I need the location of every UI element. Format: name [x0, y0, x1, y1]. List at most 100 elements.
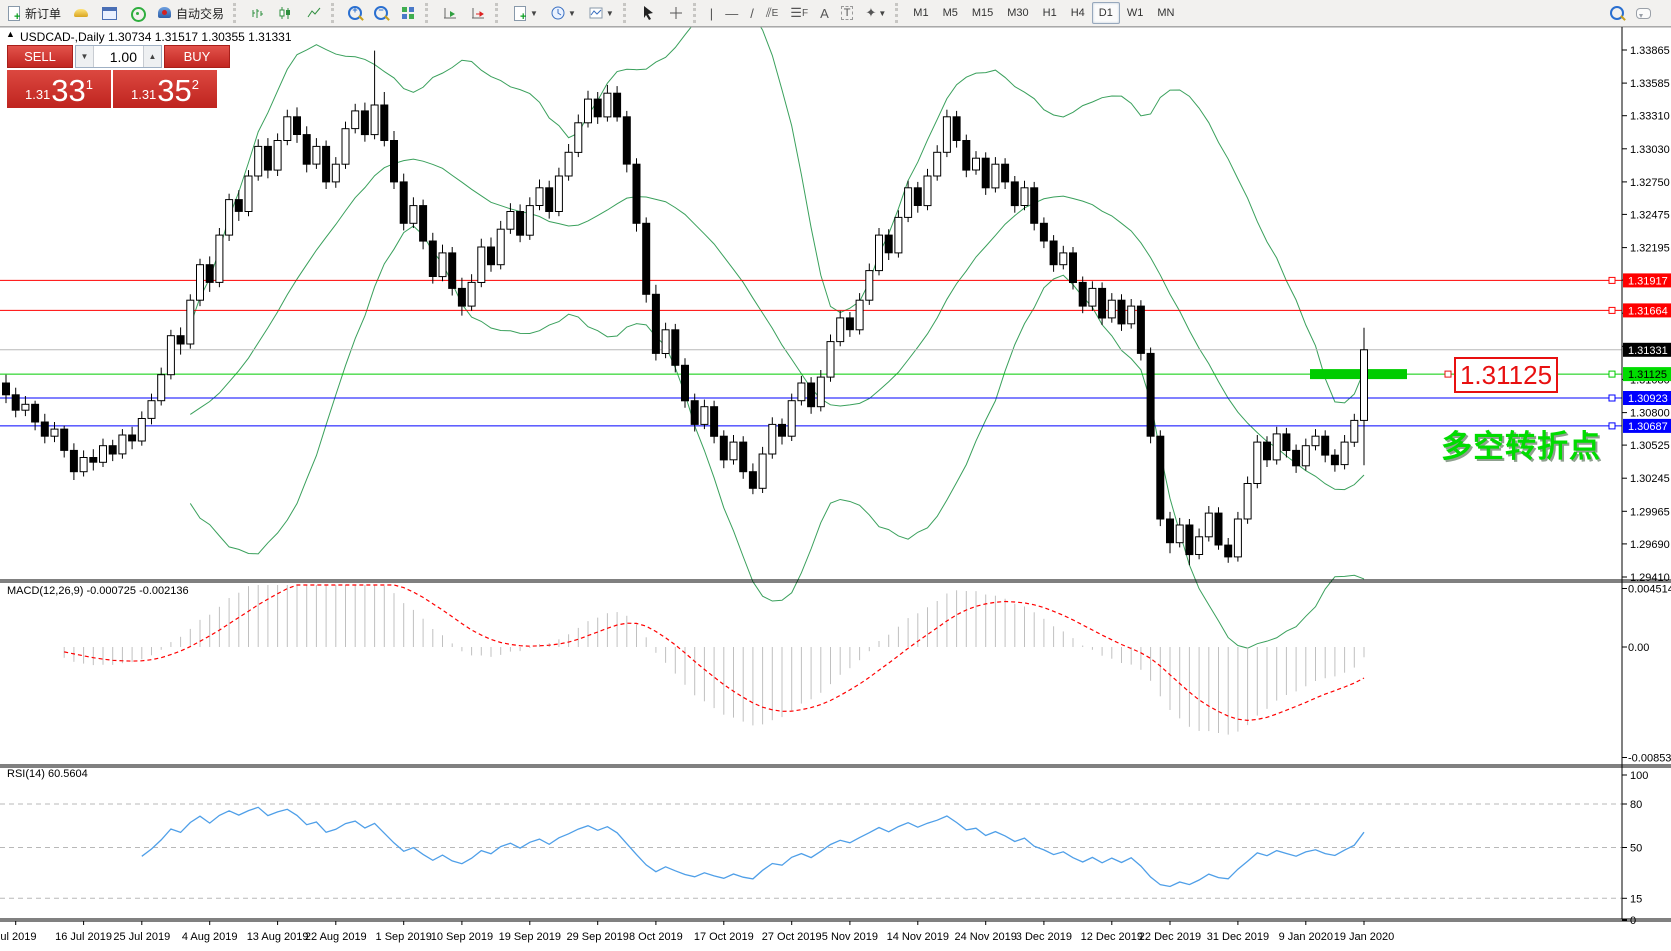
arrows-button[interactable]: ✦▼ — [860, 1, 891, 25]
text-label-icon: T — [841, 6, 854, 20]
timeframe-m5[interactable]: M5 — [936, 2, 965, 24]
arrows-icon: ✦ — [865, 5, 876, 21]
timeframe-w1[interactable]: W1 — [1120, 2, 1151, 24]
svg-text:9 Jan 2020: 9 Jan 2020 — [1279, 931, 1333, 943]
price-annotation-box[interactable]: 1.31125 — [1454, 357, 1558, 393]
svg-text:29 Sep 2019: 29 Sep 2019 — [567, 931, 629, 943]
svg-text:1.29690: 1.29690 — [1630, 539, 1670, 551]
trade-panel: SELL ▼ 1.00 ▲ BUY 1.31 33 1 1.31 35 2 — [7, 45, 230, 108]
toolbar-separator — [623, 3, 631, 23]
equidistant-channel-button[interactable]: ⫽E — [761, 1, 783, 25]
svg-text:1.30525: 1.30525 — [1630, 440, 1670, 452]
tile-windows-icon — [400, 5, 416, 21]
sell-price-button[interactable]: 1.31 33 1 — [7, 70, 111, 108]
svg-text:Jul 2019: Jul 2019 — [0, 931, 36, 943]
crosshair-button[interactable] — [663, 1, 689, 25]
terminal-window-button[interactable] — [96, 1, 122, 25]
svg-text:1.32475: 1.32475 — [1630, 209, 1670, 221]
svg-text:1.31917: 1.31917 — [1628, 275, 1668, 287]
signal-icon — [129, 5, 145, 21]
svg-text:1.29410: 1.29410 — [1630, 572, 1670, 584]
toolbar-separator — [495, 3, 503, 23]
timeframe-h1[interactable]: H1 — [1036, 2, 1064, 24]
svg-text:31 Dec 2019: 31 Dec 2019 — [1207, 931, 1269, 943]
timeframe-d1[interactable]: D1 — [1092, 2, 1120, 24]
window-icon — [101, 5, 117, 21]
svg-text:1.30245: 1.30245 — [1630, 473, 1670, 485]
volume-increase-button[interactable]: ▲ — [143, 46, 161, 67]
crosshair-icon — [668, 5, 684, 21]
volume-value[interactable]: 1.00 — [94, 46, 143, 67]
svg-text:19 Jan 2020: 19 Jan 2020 — [1334, 931, 1395, 943]
cursor-button[interactable] — [635, 1, 661, 25]
timeframe-m15[interactable]: M15 — [965, 2, 1000, 24]
auto-trading-button[interactable]: 自动交易 — [152, 1, 229, 25]
turning-point-annotation[interactable]: 多空转折点 — [1441, 421, 1601, 466]
horizontal-line-button[interactable]: — — [720, 1, 743, 25]
chat-button[interactable] — [1631, 1, 1656, 25]
line-chart-button[interactable] — [301, 1, 327, 25]
svg-text:0: 0 — [1630, 915, 1636, 927]
volume-decrease-button[interactable]: ▼ — [76, 46, 94, 67]
trendline-button[interactable]: / — [745, 1, 759, 25]
svg-text:15: 15 — [1630, 893, 1642, 905]
buy-price-button[interactable]: 1.31 35 2 — [113, 70, 217, 108]
vertical-line-icon: | — [710, 6, 713, 21]
svg-text:80: 80 — [1630, 799, 1642, 811]
new-order-label: 新订单 — [25, 5, 61, 22]
toolbar-separator — [331, 3, 339, 23]
svg-text:1.33310: 1.33310 — [1630, 111, 1670, 123]
timeframe-mn[interactable]: MN — [1150, 2, 1181, 24]
templates-button[interactable]: ▼ — [583, 1, 619, 25]
new-order-icon: + — [6, 5, 22, 21]
bar-chart-icon — [250, 5, 266, 21]
svg-text:50: 50 — [1630, 843, 1642, 855]
zoom-out-icon: − — [374, 6, 388, 20]
auto-trading-icon — [157, 5, 173, 21]
svg-text:1.30923: 1.30923 — [1628, 393, 1668, 405]
svg-text:0.00: 0.00 — [1628, 642, 1649, 654]
text-button[interactable]: A — [815, 1, 834, 25]
volume-spinner: ▼ 1.00 ▲ — [75, 45, 162, 68]
svg-text:1.31331: 1.31331 — [1628, 345, 1668, 357]
svg-text:22 Dec 2019: 22 Dec 2019 — [1139, 931, 1201, 943]
chart-canvas[interactable]: 1.338651.335851.333101.330301.327501.324… — [0, 0, 1671, 951]
candlestick-button[interactable] — [273, 1, 299, 25]
svg-text:1.33585: 1.33585 — [1630, 78, 1670, 90]
fibonacci-icon: ☰ — [790, 5, 802, 21]
zoom-out-button[interactable]: − — [369, 1, 393, 25]
svg-text:25 Jul 2019: 25 Jul 2019 — [113, 931, 170, 943]
new-order-button[interactable]: + 新订单 — [1, 1, 66, 25]
sell-button[interactable]: SELL — [7, 45, 73, 68]
timeframe-m30[interactable]: M30 — [1000, 2, 1035, 24]
rsi-indicator-label: RSI(14) 60.5604 — [7, 768, 88, 780]
svg-text:1.33030: 1.33030 — [1630, 144, 1670, 156]
sell-price-small: 1.31 — [25, 87, 50, 102]
chart-shift-button[interactable] — [465, 1, 491, 25]
timeframe-m1[interactable]: M1 — [906, 2, 935, 24]
timeframe-h4[interactable]: H4 — [1064, 2, 1092, 24]
vertical-line-button[interactable]: | — [705, 1, 718, 25]
horizontal-line-icon: — — [725, 6, 738, 21]
tile-windows-button[interactable] — [395, 1, 421, 25]
svg-text:1 Sep 2019: 1 Sep 2019 — [376, 931, 432, 943]
chat-icon — [1636, 8, 1651, 19]
search-button[interactable] — [1605, 1, 1629, 25]
svg-text:24 Nov 2019: 24 Nov 2019 — [955, 931, 1017, 943]
signals-button[interactable] — [124, 1, 150, 25]
fibonacci-button[interactable]: ☰F — [785, 1, 813, 25]
auto-scroll-button[interactable] — [437, 1, 463, 25]
svg-text:100: 100 — [1630, 770, 1648, 782]
toolbar-separator — [895, 3, 903, 23]
channel-label: E — [772, 8, 779, 19]
text-label-button[interactable]: T — [836, 1, 859, 25]
svg-text:1.32195: 1.32195 — [1630, 243, 1670, 255]
periods-button[interactable]: ▼ — [545, 1, 581, 25]
svg-text:-0.008533: -0.008533 — [1628, 753, 1671, 765]
metaeditor-button[interactable] — [68, 1, 94, 25]
chart-shift-icon — [470, 5, 486, 21]
indicators-button[interactable]: +▼ — [507, 1, 543, 25]
buy-button[interactable]: BUY — [164, 45, 230, 68]
bar-chart-button[interactable] — [245, 1, 271, 25]
zoom-in-button[interactable]: + — [343, 1, 367, 25]
